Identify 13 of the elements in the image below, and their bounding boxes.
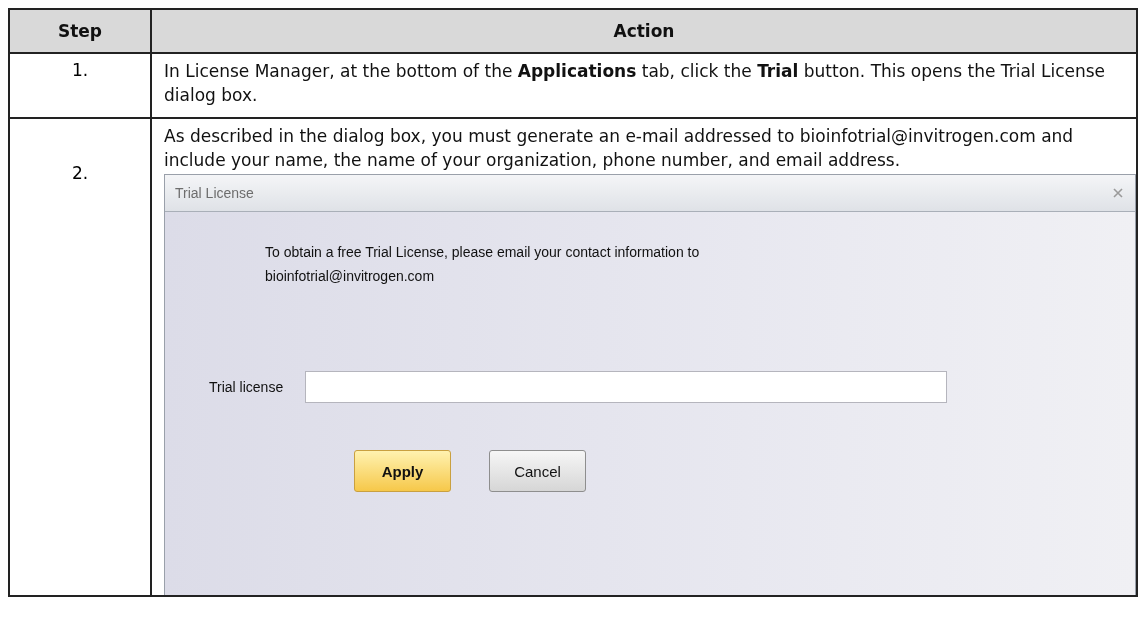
dialog-message: To obtain a free Trial License, please email your contact information to bioinfotrial@invitrogen.com [265, 243, 701, 286]
license-input-field[interactable] [305, 371, 948, 403]
step-number: 2. [71, 163, 89, 183]
field-label: Trial license [209, 379, 284, 395]
default-button[interactable]: Apply [354, 450, 451, 492]
close-icon[interactable] [1113, 188, 1123, 198]
column-header: Action [151, 9, 1137, 53]
dialog-title: Trial License [175, 185, 254, 201]
step-number: 1. [71, 60, 89, 80]
instruction-text: In License Manager, at the bottom of the Applications tab, click the Trial button. This opens the Trial License dialog box. [164, 60, 1107, 107]
column-header: Step [9, 9, 151, 53]
instruction-text: As described in the dialog box, you must generate an e-mail addressed to bioinfotrial@invitrogen.com and include your name, the name of your organization, phone number, and email address. [164, 125, 1075, 172]
dialog-button[interactable]: Cancel [489, 450, 586, 492]
